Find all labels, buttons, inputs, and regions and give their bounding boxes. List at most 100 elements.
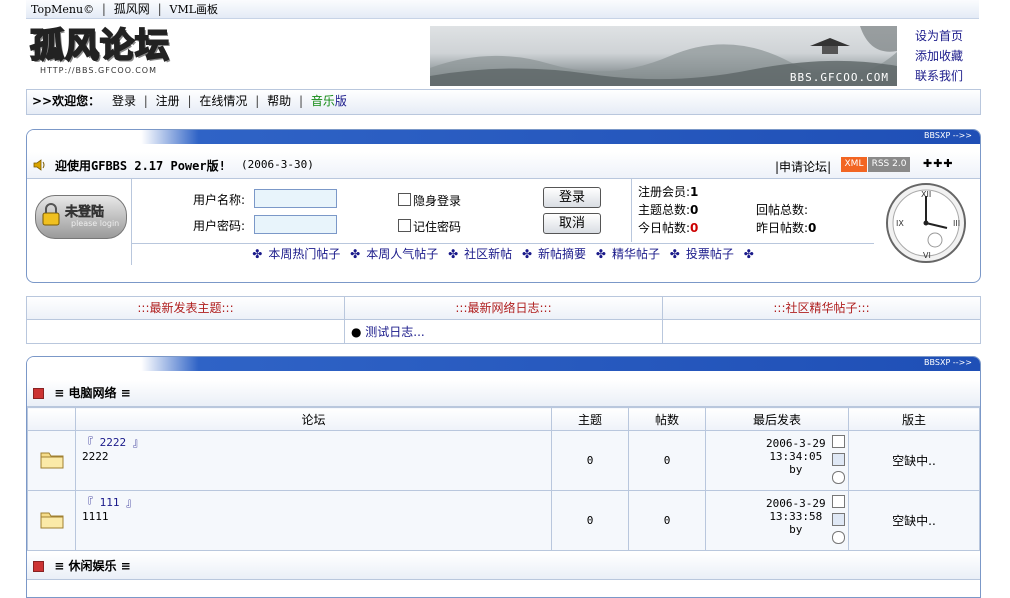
moderator: 空缺中.. — [848, 430, 980, 491]
xml-badge[interactable]: XML — [841, 157, 867, 172]
hot-link[interactable]: 本周人气帖子 — [366, 247, 438, 261]
lock-icon — [42, 203, 60, 226]
table-row: 『 2222 』 2222 0 0 2006-3-29 13:34:05 by … — [27, 430, 980, 491]
hot-link[interactable]: 社区新帖 — [464, 247, 512, 261]
folder-icon — [27, 490, 76, 551]
last-post-date: 2006-3-29 — [766, 437, 826, 450]
forum-panel: BBSXP -->> ≡ 电脑网络 ≡ 论坛 主题 帖数 最后发表 版主 『 2… — [26, 356, 981, 598]
online-link[interactable]: 在线情况 — [199, 94, 247, 108]
site-logo[interactable]: 孤风论坛 HTTP://BBS.GFCOO.COM — [29, 25, 170, 82]
category-name[interactable]: 休闲娱乐 — [68, 559, 116, 573]
hot-link[interactable]: 精华帖子 — [612, 247, 660, 261]
remember-checkbox[interactable] — [398, 219, 411, 232]
svg-text:VI: VI — [923, 251, 931, 260]
news-title-row: 迎使用GFBBS 2.17 Power版! (2006-3-30) |申请论坛|… — [27, 152, 980, 179]
topmenu-item[interactable]: TopMenu© — [31, 1, 94, 19]
hot-link[interactable]: 新帖摘要 — [538, 247, 586, 261]
separator: | — [255, 94, 260, 108]
hot-links-bar: ✤ 本周热门帖子 ✤ 本周人气帖子 ✤ 社区新帖 ✤ 新帖摘要 ✤ 精华帖子 ✤ 投票帖子 … — [132, 243, 874, 264]
username-input[interactable] — [254, 189, 337, 208]
essence-col: :::社区精华帖子::: — [663, 297, 980, 343]
rss-badge[interactable]: RSS 2.0 — [868, 157, 910, 172]
logo-text: 孤风论坛 — [29, 25, 170, 67]
login-button[interactable]: 登录 — [543, 187, 601, 208]
topic-count: 0 — [551, 490, 629, 551]
col-posts: 帖数 — [628, 407, 706, 431]
panel-header-bar: BBSXP -->> — [27, 357, 980, 371]
news-panel: BBSXP -->> 迎使用GFBBS 2.17 Power版! (2006-3… — [26, 129, 981, 283]
category-name[interactable]: 电脑网络 — [68, 386, 116, 400]
bbsxp-tag: BBSXP -->> — [924, 358, 972, 367]
post-count: 0 — [628, 430, 706, 491]
members-label: 注册会员: — [638, 185, 691, 199]
yesterday-value: 0 — [808, 221, 817, 235]
topmenu-item[interactable]: VML画板 — [170, 1, 219, 19]
collapse-icon[interactable] — [33, 388, 44, 399]
chart-icon[interactable] — [832, 513, 845, 526]
search-icon[interactable] — [832, 531, 845, 544]
category-row: ≡ 电脑网络 ≡ — [27, 380, 980, 407]
last-post-by: by — [789, 523, 803, 536]
arrows-icon[interactable]: ✚✚✚ — [923, 157, 954, 170]
post-count: 0 — [628, 490, 706, 551]
forum-desc: 2222 — [82, 450, 109, 463]
latest-triple-table: :::最新发表主题::: :::最新网络日志::: ● 测试日志... :::社… — [26, 296, 981, 344]
password-label: 用户密码: — [193, 219, 246, 233]
hidden-login-checkbox[interactable] — [398, 193, 411, 206]
svg-text:IX: IX — [896, 219, 904, 228]
hot-link[interactable]: 投票帖子 — [686, 247, 734, 261]
banner-text: BBS.GFCOO.COM — [789, 71, 889, 84]
latest-topics-col: :::最新发表主题::: — [27, 297, 345, 343]
replies-label: 回帖总数: — [756, 203, 809, 217]
login-link[interactable]: 登录 — [112, 94, 136, 108]
music-link[interactable]: 音乐版 — [311, 94, 347, 108]
list-icon[interactable] — [832, 495, 845, 508]
last-post-by: by — [789, 463, 803, 476]
apply-forum-link[interactable]: |申请论坛| — [775, 158, 831, 175]
table-row: 『 111 』 1111 0 0 2006-3-29 13:33:58 by 空… — [27, 490, 980, 551]
panel-header-bar: BBSXP -->> — [27, 130, 980, 144]
hot-link[interactable]: 本周热门帖子 — [268, 247, 340, 261]
collapse-icon[interactable] — [33, 561, 44, 572]
username-label: 用户名称: — [193, 193, 246, 207]
set-homepage-link[interactable]: 设为首页 — [915, 26, 975, 46]
help-link[interactable]: 帮助 — [267, 94, 291, 108]
col-moderator: 版主 — [848, 407, 980, 431]
separator: | — [143, 94, 148, 108]
separator: | — [157, 2, 162, 16]
avatar: 未登陆 please login — [27, 179, 132, 265]
forum-name[interactable]: 『 2222 』 — [82, 434, 551, 450]
welcome-bar: >>欢迎您： 登录 | 注册 | 在线情况 | 帮助 | 音乐版 — [26, 89, 981, 115]
today-value: 0 — [690, 221, 699, 235]
essence-header: :::社区精华帖子::: — [663, 297, 980, 320]
topmenu-item[interactable]: 孤风网 — [114, 0, 150, 18]
cancel-button[interactable]: 取消 — [543, 213, 601, 234]
last-post-time: 13:34:05 — [769, 450, 823, 463]
today-label: 今日帖数: — [638, 221, 691, 235]
blog-item[interactable]: ● 测试日志... — [345, 320, 662, 343]
speaker-icon — [33, 159, 45, 171]
topics-label: 主题总数: — [638, 203, 691, 217]
hidden-login-label: 隐身登录 — [413, 194, 462, 208]
chart-icon[interactable] — [832, 453, 845, 466]
topic-count: 0 — [551, 430, 629, 491]
forum-table: 论坛 主题 帖数 最后发表 版主 『 2222 』 2222 0 0 2006-… — [27, 407, 980, 551]
add-favorite-link[interactable]: 添加收藏 — [915, 46, 975, 66]
news-date: (2006-3-30) — [241, 158, 314, 171]
password-input[interactable] — [254, 215, 337, 234]
news-title: 迎使用GFBBS 2.17 Power版! — [55, 159, 226, 173]
svg-text:III: III — [953, 219, 960, 228]
category-row: ≡ 休闲娱乐 ≡ — [27, 553, 980, 580]
contact-link[interactable]: 联系我们 — [915, 66, 975, 86]
last-post-date: 2006-3-29 — [766, 497, 826, 510]
welcome-label: >>欢迎您： — [32, 94, 101, 108]
logo-url: HTTP://BBS.GFCOO.COM — [40, 66, 157, 75]
register-link[interactable]: 注册 — [156, 94, 180, 108]
search-icon[interactable] — [832, 471, 845, 484]
forum-name[interactable]: 『 111 』 — [82, 494, 551, 510]
col-forum: 论坛 — [75, 407, 552, 431]
header-links: 设为首页 添加收藏 联系我们 — [915, 26, 975, 86]
avatar-title: 未登陆 — [65, 205, 105, 221]
list-icon[interactable] — [832, 435, 845, 448]
top-menu: TopMenu© | 孤风网 | VML画板 — [26, 0, 979, 19]
